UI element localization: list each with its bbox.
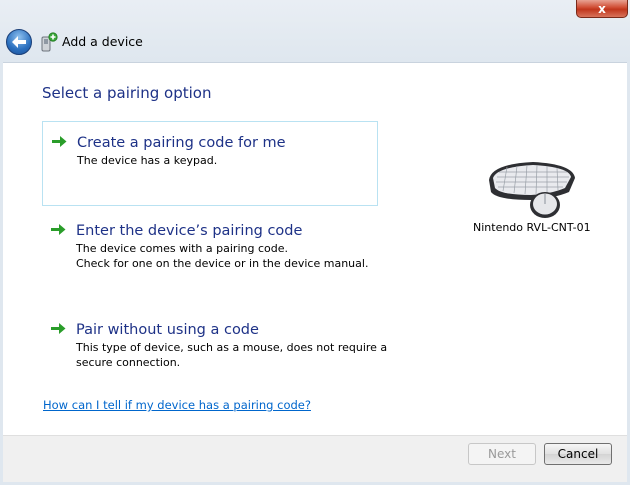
- back-arrow-icon: [12, 36, 26, 48]
- green-arrow-icon: [52, 136, 67, 147]
- option-description: secure connection.: [76, 356, 181, 369]
- option-description: The device has a keypad.: [77, 154, 218, 167]
- option-description: Check for one on the device or in the de…: [76, 257, 369, 270]
- option-title: Create a pairing code for me: [77, 135, 286, 151]
- option-description: The device comes with a pairing code.: [76, 242, 288, 255]
- device-name: Nintendo RVL-CNT-01: [473, 221, 591, 234]
- close-icon: x: [598, 1, 606, 16]
- back-button[interactable]: [6, 29, 32, 55]
- help-link[interactable]: How can I tell if my device has a pairin…: [43, 398, 311, 412]
- option-title: Pair without using a code: [76, 322, 259, 338]
- option-create-pairing-code[interactable]: Create a pairing code for me The device …: [42, 121, 378, 206]
- option-enter-device-code[interactable]: Enter the device’s pairing code The devi…: [42, 210, 378, 280]
- keyboard-mouse-icon: [489, 162, 575, 218]
- next-button[interactable]: Next: [468, 443, 536, 465]
- page-heading: Select a pairing option: [42, 84, 212, 102]
- add-device-icon: [41, 32, 58, 52]
- window-title: Add a device: [62, 34, 143, 49]
- close-button[interactable]: x: [576, 0, 628, 18]
- option-pair-without-code[interactable]: Pair without using a code This type of d…: [42, 309, 388, 379]
- cancel-button[interactable]: Cancel: [544, 443, 612, 465]
- option-description: This type of device, such as a mouse, do…: [76, 341, 388, 354]
- green-arrow-icon: [51, 224, 66, 235]
- green-arrow-icon: [51, 323, 66, 334]
- option-title: Enter the device’s pairing code: [76, 223, 303, 239]
